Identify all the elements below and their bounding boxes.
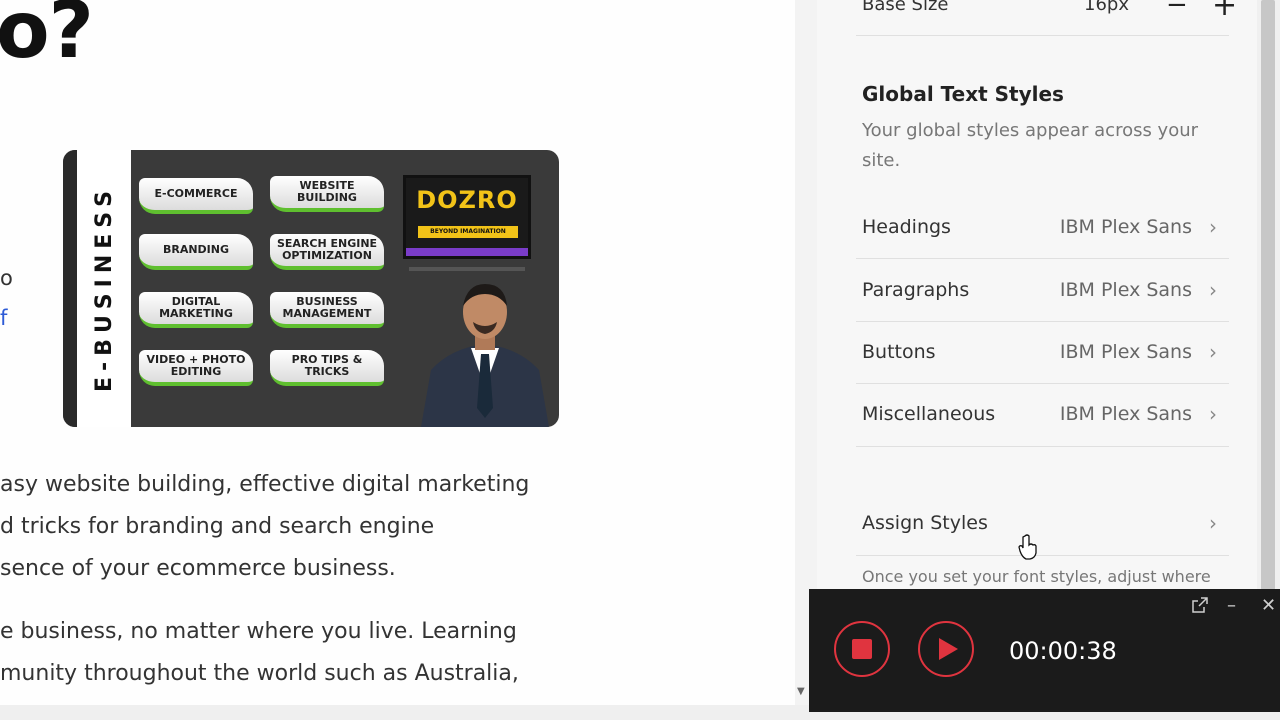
monitor-graphic: DOZRO BEYOND IMAGINATION <box>403 175 531 259</box>
minimize-icon[interactable]: – <box>1227 595 1236 616</box>
play-button[interactable] <box>918 621 974 677</box>
play-icon <box>939 638 958 660</box>
style-name: Miscellaneous <box>862 403 996 425</box>
global-text-styles-description: Your global styles appear across your si… <box>862 120 1199 171</box>
style-font: IBM Plex Sans <box>1059 279 1192 301</box>
editor-canvas: o? o f E-BUSINESS E-COMMERCE WEBSITE BUI… <box>0 0 795 705</box>
topic-pill: BRANDING <box>139 234 253 270</box>
style-row-buttons[interactable]: Buttons IBM Plex Sans › <box>856 321 1229 383</box>
base-size-row: Base Size 16px − + <box>862 0 1237 24</box>
style-row-miscellaneous[interactable]: Miscellaneous IBM Plex Sans › <box>856 383 1229 445</box>
topic-pill: E-COMMERCE <box>139 178 253 214</box>
close-icon[interactable]: ✕ <box>1261 595 1276 616</box>
topic-pill: DIGITAL MARKETING <box>139 292 253 328</box>
chevron-right-icon: › <box>1209 215 1217 239</box>
divider <box>856 555 1229 556</box>
hand-cursor-icon <box>1018 534 1037 560</box>
side-text-fragment: o <box>0 266 13 290</box>
chevron-right-icon: › <box>1209 402 1217 426</box>
chevron-right-icon: › <box>1209 278 1217 302</box>
brand-logo: DOZRO <box>416 186 518 214</box>
paragraph-line: munity throughout the world such as Aust… <box>0 661 519 686</box>
divider <box>856 446 1229 447</box>
paragraph-line: e business, no matter where you live. Le… <box>0 619 517 644</box>
presenter-photo <box>421 284 549 427</box>
style-font: IBM Plex Sans <box>1059 216 1192 238</box>
style-font: IBM Plex Sans <box>1059 341 1192 363</box>
topic-pill: WEBSITE BUILDING <box>270 176 384 212</box>
topic-pill: VIDEO + PHOTO EDITING <box>139 350 253 386</box>
chevron-right-icon: › <box>1209 511 1217 535</box>
screen-recorder-widget: 00:00:38 – ✕ <box>809 589 1280 712</box>
topic-pill: PRO TIPS & TRICKS <box>270 350 384 386</box>
style-name: Headings <box>862 216 951 238</box>
increase-size-button[interactable]: + <box>1212 0 1237 23</box>
style-name: Buttons <box>862 341 936 363</box>
page-heading-fragment: o? <box>0 0 94 76</box>
base-size-value: 16px <box>1084 0 1129 15</box>
paragraph-line: d tricks for branding and search engine <box>0 514 435 539</box>
vertical-title-text: E-BUSINESS <box>91 185 117 392</box>
vertical-title: E-BUSINESS <box>77 150 131 427</box>
topic-pill: BUSINESS MANAGEMENT <box>270 292 384 328</box>
stop-recording-button[interactable] <box>834 621 890 677</box>
course-thumbnail-image[interactable]: E-BUSINESS E-COMMERCE WEBSITE BUILDING B… <box>63 150 559 427</box>
style-row-paragraphs[interactable]: Paragraphs IBM Plex Sans › <box>856 259 1229 321</box>
recording-timer: 00:00:38 <box>1009 637 1117 665</box>
style-row-headings[interactable]: Headings IBM Plex Sans › <box>856 196 1229 258</box>
style-font: IBM Plex Sans <box>1059 403 1192 425</box>
assign-styles-hint: Once you set your font styles, adjust wh… <box>862 567 1211 586</box>
chevron-right-icon: › <box>1209 340 1217 364</box>
stop-icon <box>852 639 872 659</box>
decrease-size-button[interactable]: − <box>1166 0 1188 20</box>
assign-styles-label: Assign Styles <box>862 512 988 534</box>
monitor-stand <box>409 259 525 271</box>
scroll-down-arrow-icon[interactable]: ▼ <box>797 686 805 697</box>
popout-icon[interactable] <box>1192 597 1208 617</box>
side-link-fragment[interactable]: f <box>0 306 7 330</box>
paragraph-line: sence of your ecommerce business. <box>0 556 396 581</box>
monitor-bar <box>406 248 528 256</box>
assign-styles-row[interactable]: Assign Styles › <box>856 492 1229 554</box>
brand-tagline: BEYOND IMAGINATION <box>418 226 518 238</box>
topic-pill: SEARCH ENGINE OPTIMIZATION <box>270 234 384 270</box>
global-text-styles-title: Global Text Styles <box>862 82 1064 106</box>
paragraph-line: asy website building, effective digital … <box>0 472 530 497</box>
style-name: Paragraphs <box>862 279 970 301</box>
divider <box>856 35 1229 36</box>
scrollbar-thumb[interactable] <box>1261 0 1275 590</box>
base-size-label: Base Size <box>862 0 949 15</box>
